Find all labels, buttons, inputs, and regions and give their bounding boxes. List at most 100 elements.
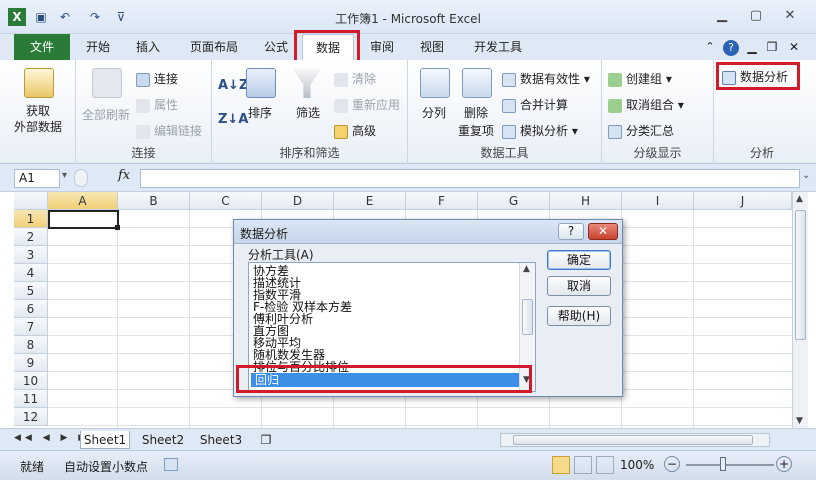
formula-input[interactable] <box>140 169 800 188</box>
dialog-close-icon[interactable]: ✕ <box>588 223 618 240</box>
page-layout-view-icon[interactable] <box>574 456 592 474</box>
macro-record-icon[interactable] <box>164 458 178 471</box>
dialog-title-bar[interactable]: 数据分析 ? ✕ <box>234 220 622 244</box>
what-if-button[interactable]: 模拟分析 ▾ <box>502 122 578 139</box>
highlight-regression-item <box>236 365 532 393</box>
group-button[interactable]: 创建组 ▾ <box>608 70 672 87</box>
tab-view[interactable]: 视图 <box>414 34 450 60</box>
column-header-c[interactable]: C <box>190 192 262 210</box>
select-all-corner[interactable] <box>14 192 48 210</box>
row-header-8[interactable]: 8 <box>14 336 48 354</box>
row-header-4[interactable]: 4 <box>14 264 48 282</box>
row-header-12[interactable]: 12 <box>14 408 48 426</box>
name-box[interactable]: A1 <box>14 169 60 188</box>
cancel-button[interactable]: 取消 <box>547 276 611 296</box>
edit-links-button[interactable]: 编辑链接 <box>136 122 202 139</box>
scroll-down-icon[interactable]: ▼ <box>796 416 803 426</box>
active-cell-a1[interactable] <box>48 210 119 229</box>
column-header-d[interactable]: D <box>262 192 334 210</box>
row-header-2[interactable]: 2 <box>14 228 48 246</box>
data-validation-button[interactable]: 数据有效性 ▾ <box>502 70 590 87</box>
zoom-slider[interactable] <box>686 464 774 466</box>
tab-developer[interactable]: 开发工具 <box>466 34 530 60</box>
get-external-label-2[interactable]: 外部数据 <box>14 118 62 135</box>
data-validation-label: 数据有效性 <box>520 72 581 86</box>
vertical-scrollbar[interactable]: ▲ ▼ <box>792 192 808 428</box>
column-header-b[interactable]: B <box>118 192 190 210</box>
list-scroll-thumb[interactable] <box>522 299 533 335</box>
get-external-label-1[interactable]: 获取 <box>26 102 50 119</box>
column-header-a[interactable]: A <box>48 192 118 210</box>
maximize-button[interactable]: ▢ <box>742 6 770 26</box>
clear-button[interactable]: 清除 <box>334 70 376 87</box>
ungroup-button[interactable]: 取消组合 ▾ <box>608 96 684 113</box>
tab-insert[interactable]: 插入 <box>130 34 166 60</box>
close-window-button[interactable]: ✕ <box>776 6 804 26</box>
name-box-dropdown-icon[interactable]: ▾ <box>62 170 67 181</box>
group-get-external: 获取 外部数据 <box>0 60 76 164</box>
dialog-help-icon[interactable]: ? <box>558 223 584 240</box>
row-header-6[interactable]: 6 <box>14 300 48 318</box>
row-header-7[interactable]: 7 <box>14 318 48 336</box>
remove-duplicates-label-2[interactable]: 重复项 <box>458 122 494 139</box>
column-header-f[interactable]: F <box>406 192 478 210</box>
zoom-out-icon[interactable]: − <box>664 456 680 472</box>
ribbon-restore-icon[interactable]: ❐ <box>764 34 780 60</box>
tab-file[interactable]: 文件 <box>14 34 70 60</box>
sheet-tab-2[interactable]: Sheet2 <box>138 431 188 449</box>
tab-page-layout[interactable]: 页面布局 <box>184 34 244 60</box>
insert-sheet-icon[interactable]: ❐ <box>256 431 276 449</box>
column-header-g[interactable]: G <box>478 192 550 210</box>
horizontal-scrollbar[interactable] <box>500 433 770 447</box>
list-scroll-up-icon[interactable]: ▲ <box>523 264 530 274</box>
page-break-view-icon[interactable] <box>596 456 614 474</box>
remove-duplicates-label-1[interactable]: 删除 <box>464 104 488 121</box>
row-header-11[interactable]: 11 <box>14 390 48 408</box>
collapse-ribbon-icon[interactable]: ⌃ <box>702 34 718 60</box>
row-header-5[interactable]: 5 <box>14 282 48 300</box>
refresh-all-button[interactable]: 全部刷新 <box>82 106 130 123</box>
ok-button[interactable]: 确定 <box>547 250 611 270</box>
consolidate-button[interactable]: 合并计算 <box>502 96 568 113</box>
zoom-level[interactable]: 100% <box>620 458 654 472</box>
filter-button[interactable]: 筛选 <box>296 104 320 121</box>
row-header-1[interactable]: 1 <box>14 210 48 228</box>
column-header-h[interactable]: H <box>550 192 622 210</box>
vertical-scroll-thumb[interactable] <box>795 210 806 340</box>
minimize-button[interactable]: ▁ <box>708 6 736 26</box>
sheet-tab-3[interactable]: Sheet3 <box>196 431 246 449</box>
tab-home[interactable]: 开始 <box>80 34 116 60</box>
zoom-slider-thumb[interactable] <box>720 457 726 471</box>
reapply-button[interactable]: 重新应用 <box>334 96 400 113</box>
fill-handle[interactable] <box>115 225 120 230</box>
subtotal-button[interactable]: 分类汇总 <box>608 122 674 139</box>
row-header-9[interactable]: 9 <box>14 354 48 372</box>
consolidate-label: 合并计算 <box>520 98 569 112</box>
tab-formulas[interactable]: 公式 <box>258 34 294 60</box>
row-header-10[interactable]: 10 <box>14 372 48 390</box>
connections-button[interactable]: 连接 <box>136 70 178 87</box>
normal-view-icon[interactable] <box>552 456 570 474</box>
sort-az-icon[interactable]: A↓Z <box>218 78 248 93</box>
properties-button[interactable]: 属性 <box>136 96 178 113</box>
scroll-up-icon[interactable]: ▲ <box>796 194 803 204</box>
sort-button[interactable]: 排序 <box>248 104 272 121</box>
zoom-in-icon[interactable]: + <box>776 456 792 472</box>
column-header-i[interactable]: I <box>622 192 694 210</box>
advanced-button[interactable]: 高级 <box>334 122 376 139</box>
sort-za-icon[interactable]: Z↓A <box>218 112 248 127</box>
column-header-j[interactable]: J <box>694 192 792 210</box>
row-header-3[interactable]: 3 <box>14 246 48 264</box>
ribbon-close-icon[interactable]: ✕ <box>786 34 802 60</box>
help-button[interactable]: 帮助(H) <box>547 306 611 326</box>
formula-bar-handle-icon[interactable] <box>74 169 88 187</box>
tab-review[interactable]: 审阅 <box>364 34 400 60</box>
ribbon-minimize-icon[interactable]: ▁ <box>744 34 760 60</box>
sheet-tab-1[interactable]: Sheet1 <box>80 431 130 449</box>
expand-formula-icon[interactable]: ⌄ <box>802 170 810 181</box>
text-to-columns-button[interactable]: 分列 <box>422 104 446 121</box>
help-icon[interactable]: ? <box>722 34 740 60</box>
column-header-e[interactable]: E <box>334 192 406 210</box>
insert-function-icon[interactable]: fx <box>118 168 130 183</box>
horizontal-scroll-thumb[interactable] <box>513 435 753 445</box>
